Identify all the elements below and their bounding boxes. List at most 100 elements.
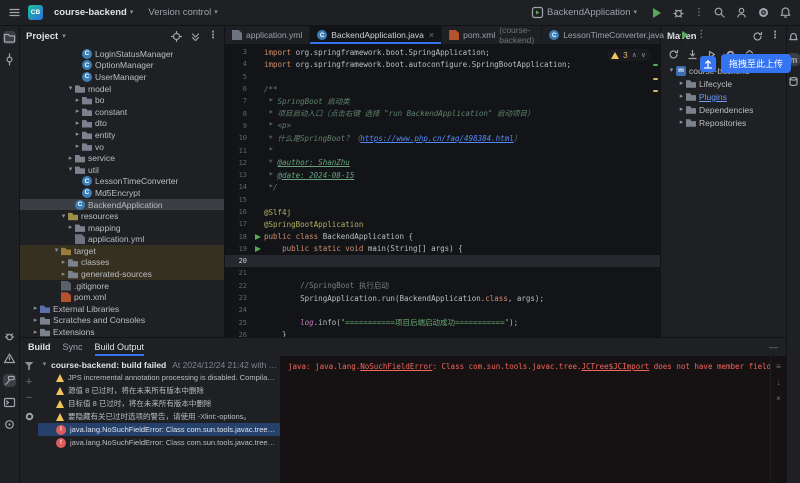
project-tree-item[interactable]: ▾util [20, 164, 224, 176]
refresh-icon[interactable] [751, 30, 764, 43]
chevron-down-icon[interactable]: ▾ [66, 85, 75, 92]
code-line[interactable]: 23 SpringApplication.run(BackendApplicat… [225, 292, 660, 304]
project-widget[interactable]: course-backend ▾ [50, 5, 137, 20]
project-tree-item[interactable]: ▸service [20, 152, 224, 164]
main-menu-icon[interactable] [8, 6, 21, 19]
code-line[interactable]: 20 [225, 255, 660, 267]
chevron-down-icon[interactable]: ▾ [59, 213, 68, 220]
chevron-right-icon[interactable]: ▸ [677, 106, 686, 113]
code-line[interactable]: 25 log.info("===========项目后端启动成功========… [225, 317, 660, 329]
project-tree-item[interactable]: CLessonTimeConverter [20, 176, 224, 188]
code-line[interactable]: 11 * [225, 144, 660, 156]
build-console[interactable]: java: java.lang.NoSuchFieldError: Class … [280, 356, 770, 483]
editor-tab[interactable]: application.yml [225, 26, 310, 44]
panel-more-icon[interactable]: ⋮ [770, 31, 780, 41]
prev-problem-icon[interactable]: ∧ [632, 51, 637, 59]
project-tree-item[interactable]: ▸entity [20, 129, 224, 141]
project-tree-item[interactable]: ▸bo [20, 94, 224, 106]
build-message-row[interactable]: 源值 8 已过时，将在未来所有版本中删除 [38, 384, 280, 397]
code-line[interactable]: 9 * <p> [225, 120, 660, 132]
project-tree-item[interactable]: application.yml [20, 234, 224, 246]
maven-tree-item[interactable]: ▸Plugins [661, 90, 786, 103]
project-tree-item[interactable]: ▸Extensions [20, 326, 224, 337]
download-sources-icon[interactable] [686, 48, 699, 61]
code-line[interactable]: 18public class BackendApplication { [225, 230, 660, 242]
project-tree-item[interactable]: COptionManager [20, 60, 224, 72]
filter-icon[interactable] [25, 362, 34, 370]
commit-tool-icon[interactable] [3, 53, 16, 66]
chevron-right-icon[interactable]: ▸ [677, 80, 686, 87]
project-tree-item[interactable]: ▸constant [20, 106, 224, 118]
project-tool-icon[interactable] [3, 31, 16, 44]
close-tab-icon[interactable]: × [429, 30, 434, 40]
tab-options-icon[interactable]: ⋮ [696, 30, 706, 40]
vcs-widget[interactable]: Version control ▾ [144, 5, 221, 20]
hide-panel-icon[interactable]: — [769, 342, 778, 352]
collapse-all-icon[interactable] [189, 30, 202, 43]
chevron-right-icon[interactable]: ▸ [73, 143, 82, 150]
chevron-down-icon[interactable]: ▾ [62, 33, 66, 40]
project-tree-item[interactable]: pom.xml [20, 291, 224, 303]
debug-tool-icon[interactable] [3, 330, 16, 343]
terminal-tool-icon[interactable] [3, 396, 16, 409]
code-line[interactable]: 3import org.springframework.boot.SpringA… [225, 46, 660, 58]
project-tree-item[interactable]: CUserManager [20, 71, 224, 83]
code-line[interactable]: 16@Slf4j [225, 206, 660, 218]
notifications-tool-icon[interactable] [787, 31, 800, 44]
code-line[interactable]: 7 * SpringBoot 启动类 [225, 95, 660, 107]
locate-file-icon[interactable] [170, 30, 183, 43]
chevron-down-icon[interactable]: ▾ [52, 247, 61, 254]
close-tab-icon[interactable]: × [669, 30, 674, 40]
code-line[interactable]: 21 [225, 267, 660, 279]
chevron-right-icon[interactable]: ▸ [677, 93, 686, 100]
chevron-down-icon[interactable]: ▾ [667, 67, 676, 74]
tab-sync[interactable]: Sync [63, 338, 83, 356]
chevron-down-icon[interactable]: ▾ [66, 166, 75, 173]
code-line[interactable]: 15 [225, 194, 660, 206]
code-line[interactable]: 6/** [225, 83, 660, 95]
clear-console-icon[interactable]: × [776, 394, 781, 403]
build-message-row[interactable]: 要隐藏有关已过时选项的警告，请使用 -Xlint:-options。 [38, 410, 280, 423]
run-configuration-widget[interactable]: BackendApplication ▾ [527, 4, 641, 21]
code-line[interactable]: 17@SpringBootApplication [225, 218, 660, 230]
project-tree-item[interactable]: CLoginStatusManager [20, 48, 224, 60]
collapse-all-icon[interactable]: － [25, 394, 33, 402]
run-file-icon[interactable] [682, 31, 689, 39]
settings-gear-icon[interactable] [757, 6, 770, 19]
project-tree-item[interactable]: CMd5Encrypt [20, 187, 224, 199]
console-link[interactable]: NoSuchFieldError [360, 362, 432, 371]
editor-tab[interactable]: CBackendApplication.java× [310, 26, 442, 44]
search-everywhere-icon[interactable] [713, 6, 726, 19]
code-with-me-user-icon[interactable] [735, 6, 748, 19]
maven-tree-item[interactable]: ▸Dependencies [661, 103, 786, 116]
panel-more-icon[interactable]: ⋮ [208, 31, 218, 41]
code-line[interactable]: 26 } [225, 329, 660, 337]
build-settings-icon[interactable] [23, 410, 36, 423]
code-line[interactable]: 5 [225, 71, 660, 83]
chevron-right-icon[interactable]: ▸ [59, 259, 68, 266]
debug-button[interactable] [672, 6, 685, 19]
code-line[interactable]: 19 public static void main(String[] args… [225, 243, 660, 255]
chevron-right-icon[interactable]: ▸ [73, 108, 82, 115]
project-tree-item[interactable]: ▸vo [20, 141, 224, 153]
project-tree-item[interactable]: ▸mapping [20, 222, 224, 234]
code-line[interactable]: 10 * 什么是SpringBoot？（https://www.php.cn/f… [225, 132, 660, 144]
run-line-icon[interactable] [255, 246, 261, 252]
run-button[interactable] [650, 6, 663, 19]
chevron-right-icon[interactable]: ▸ [73, 131, 82, 138]
chevron-right-icon[interactable]: ▸ [73, 120, 82, 127]
problems-tool-icon[interactable] [3, 352, 16, 365]
upload-icon[interactable] [700, 56, 716, 72]
build-root-row[interactable]: ▾ course-backend: build failed At 2024/1… [38, 358, 280, 371]
chevron-right-icon[interactable]: ▸ [31, 317, 40, 324]
code-line[interactable]: 8 * 项目启动入口（点击右键 选择 "run BackendApplicati… [225, 107, 660, 119]
project-tree-item[interactable]: ▾resources [20, 210, 224, 222]
chevron-right-icon[interactable]: ▸ [31, 305, 40, 312]
build-tool-icon[interactable] [3, 374, 16, 387]
chevron-right-icon[interactable]: ▸ [31, 329, 40, 336]
scroll-to-end-icon[interactable]: ↓ [777, 378, 781, 387]
maven-tree-item[interactable]: ▸Repositories [661, 116, 786, 129]
code-line[interactable]: 13 * @date: 2024-08-15 [225, 169, 660, 181]
code-line[interactable]: 22 //SpringBoot 执行启动 [225, 280, 660, 292]
code-line[interactable]: 14 */ [225, 181, 660, 193]
